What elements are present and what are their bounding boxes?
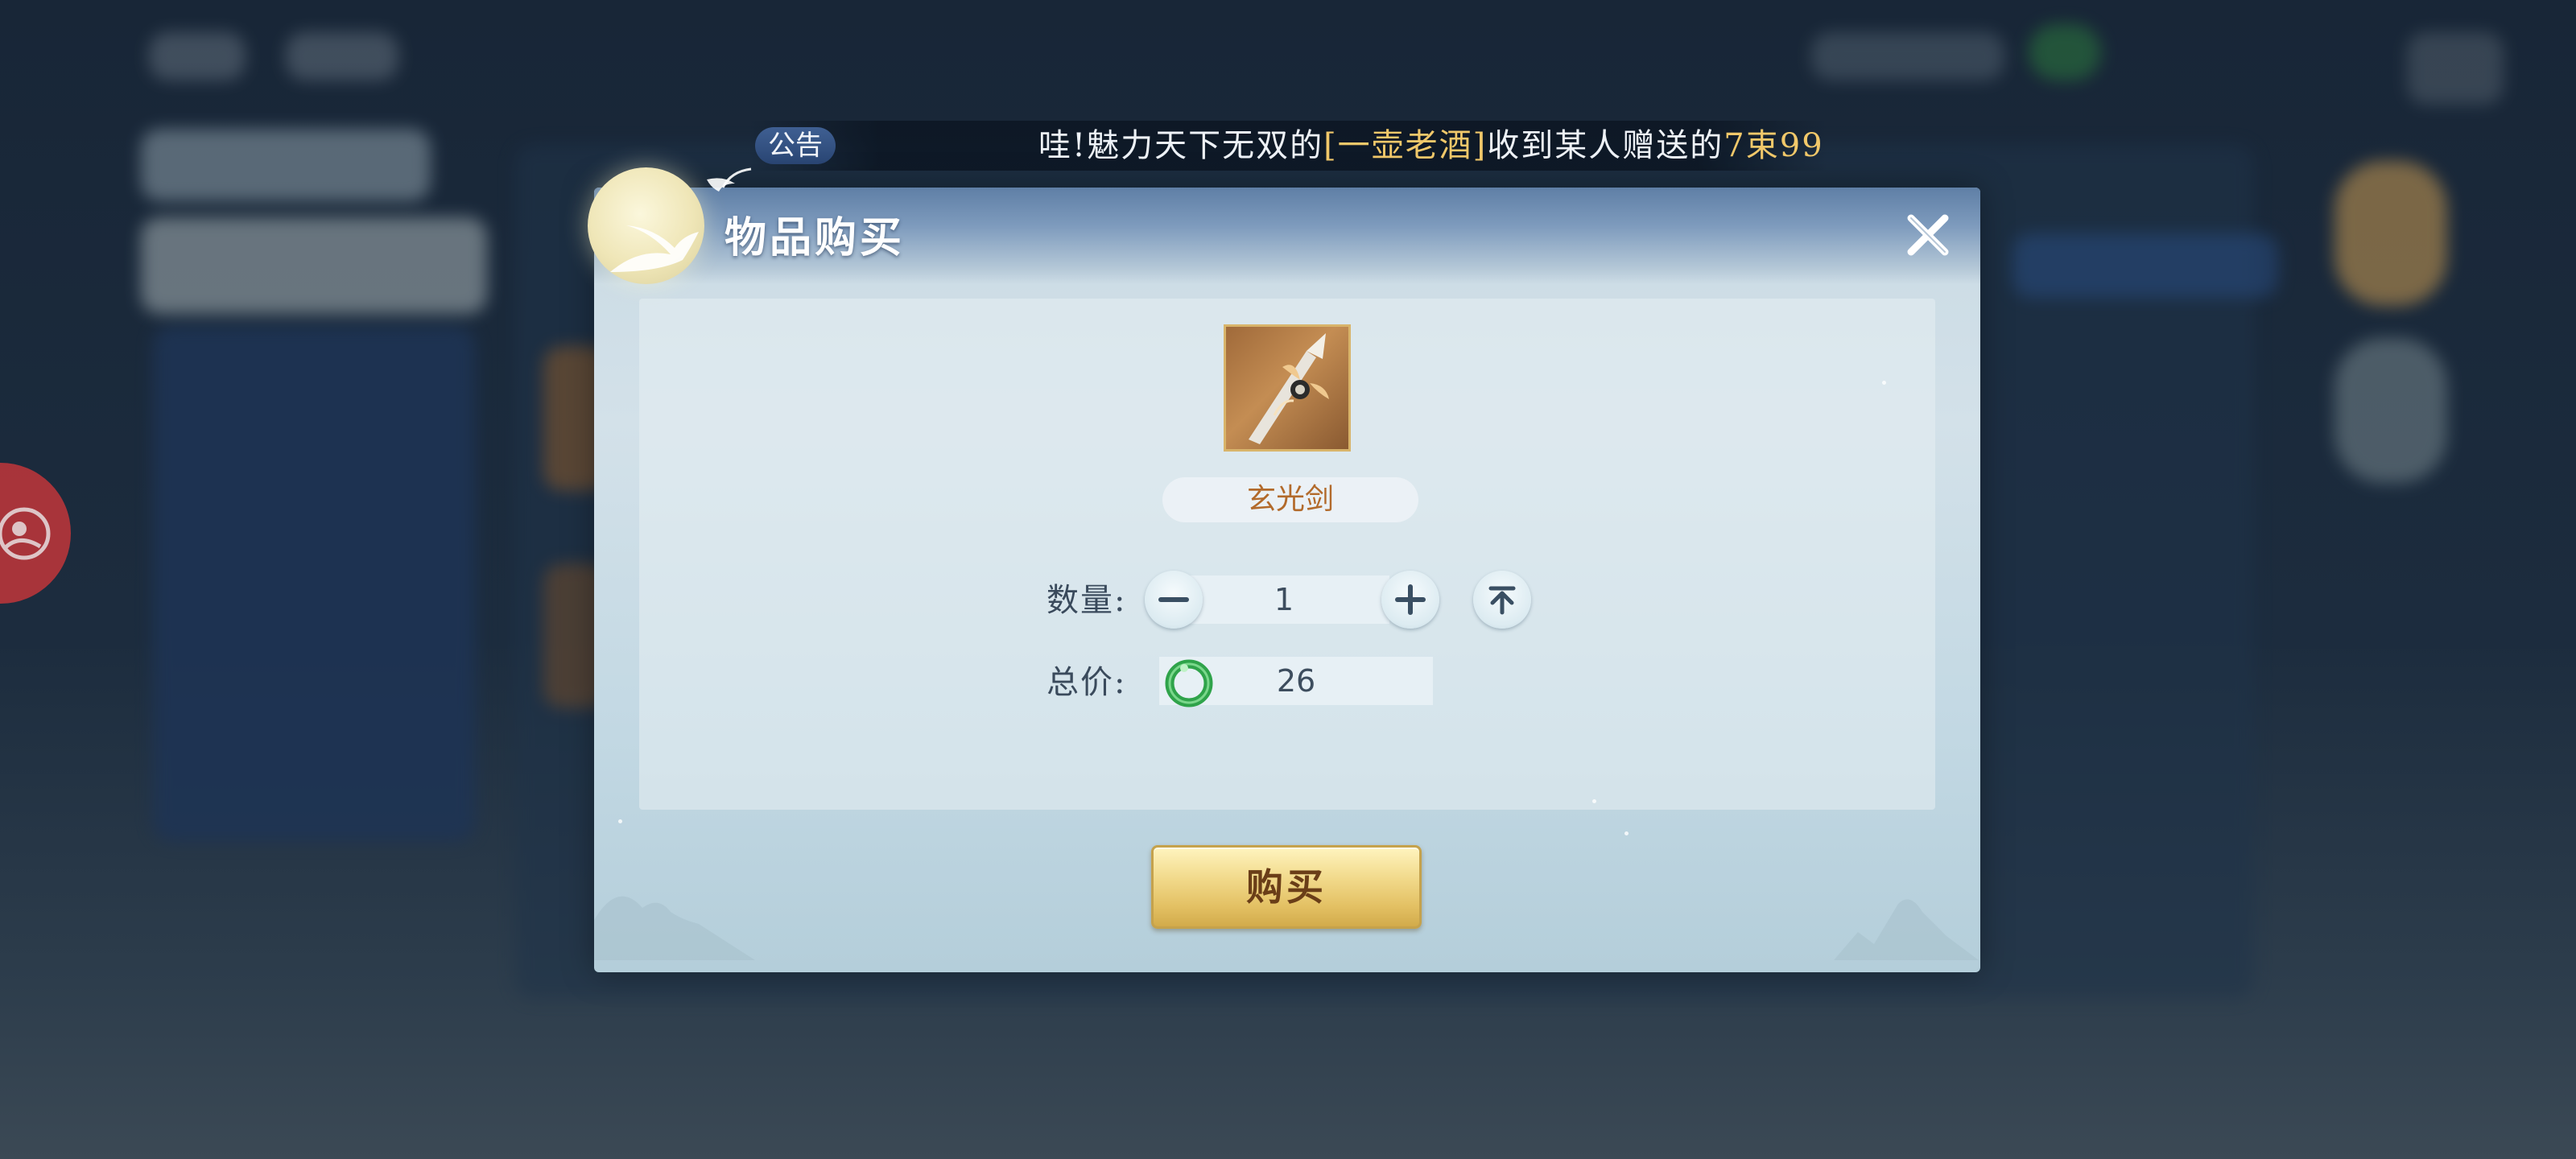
quantity-input[interactable]: 1	[1179, 575, 1389, 624]
quantity-label: 数量:	[1046, 582, 1127, 619]
item-slot[interactable]	[1224, 324, 1351, 452]
dialog-title: 物品购买	[724, 213, 906, 262]
item-name: 玄光剑	[1162, 477, 1418, 522]
background-side-icon	[2334, 338, 2447, 483]
background-bar	[2013, 233, 2278, 298]
background-tile	[141, 129, 431, 201]
sparkle	[618, 819, 622, 823]
background-top-item	[1811, 32, 2004, 80]
sparkle	[1592, 799, 1596, 803]
background-left-menu	[153, 326, 475, 841]
announcement-gift-count: 7束99	[1724, 127, 1824, 164]
total-price-field: 26	[1159, 657, 1433, 707]
buy-button[interactable]: 购买	[1151, 845, 1422, 929]
minus-icon	[1158, 597, 1189, 602]
increase-quantity-button[interactable]	[1381, 571, 1439, 629]
background-side-icon	[2334, 161, 2447, 306]
plus-icon	[1395, 584, 1426, 615]
announcement-player-name: [一壶老酒]	[1323, 127, 1488, 164]
floating-assistant-button[interactable]	[0, 463, 71, 604]
background-tile	[141, 217, 487, 314]
sparkle	[1624, 831, 1629, 835]
sword-icon	[1249, 333, 1329, 444]
max-arrow-icon	[1488, 586, 1516, 615]
total-price-value: 26	[1276, 663, 1316, 699]
background-status-icon	[2029, 24, 2101, 80]
gamepad-icon	[0, 507, 51, 559]
mountain-decoration	[1834, 899, 1979, 960]
total-price-label: 总价:	[1046, 664, 1127, 701]
announcement-text-before: 哇!魅力天下无双的	[1038, 127, 1324, 164]
decrease-quantity-button[interactable]	[1145, 571, 1203, 629]
background-top-item	[2407, 32, 2504, 105]
purchase-dialog: 物品购买 玄光剑 数量: 1 总价: 26 购买	[588, 167, 1980, 972]
background-top-item	[149, 32, 246, 80]
close-button[interactable]	[1900, 207, 1956, 263]
sparkle	[1882, 381, 1886, 385]
announcement-bar: 公告 哇!魅力天下无双的[一壶老酒]收到某人赠送的7束99	[749, 121, 1827, 171]
max-quantity-button[interactable]	[1473, 571, 1531, 629]
announcement-text-middle: 收到某人赠送的	[1487, 127, 1724, 164]
background-top-item	[286, 32, 398, 80]
close-icon	[1907, 214, 1949, 256]
mountain-decoration	[594, 896, 755, 960]
announcement-text: 哇!魅力天下无双的[一壶老酒]收到某人赠送的7束99	[1038, 121, 1824, 171]
